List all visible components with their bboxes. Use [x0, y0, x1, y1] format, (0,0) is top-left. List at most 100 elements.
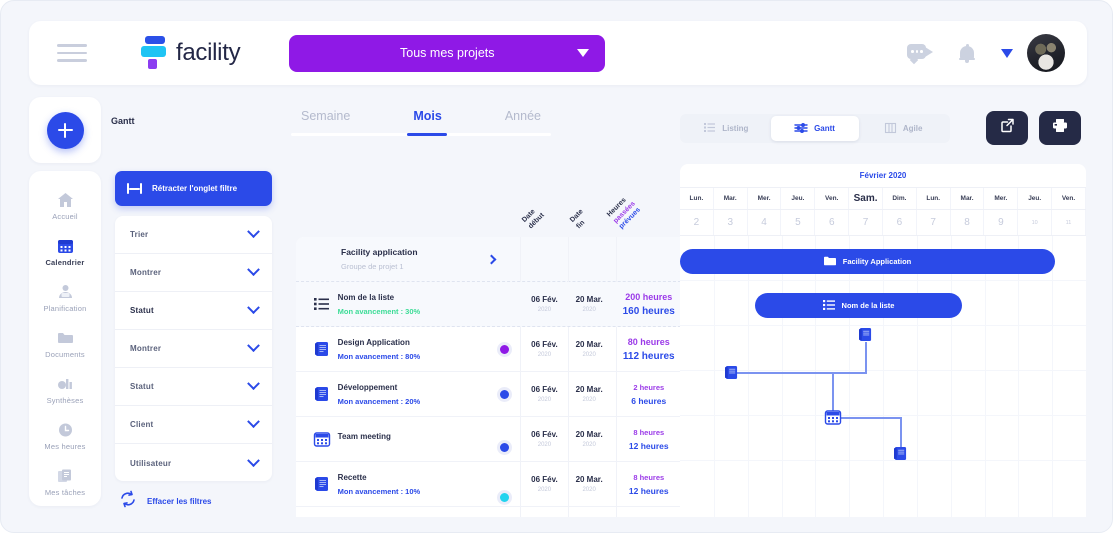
view-listing[interactable]: Listing — [682, 116, 771, 141]
logo-text: facility — [176, 39, 241, 66]
status-badge — [499, 442, 509, 452]
filter-row-montrer-1[interactable]: Montrer — [115, 254, 272, 292]
hamburger-icon[interactable] — [57, 39, 87, 67]
sidebar-nav: Accueil Calendrier Planification Documen… — [29, 171, 101, 506]
project-selector-label: Tous mes projets — [400, 46, 495, 60]
view-label: Agile — [902, 124, 923, 133]
header-date-debut: Date début — [520, 208, 546, 230]
task-name: Développement — [337, 382, 398, 392]
project-group-row[interactable]: Facility application Groupe de projet 1 — [296, 237, 686, 282]
day-number: 2 — [680, 210, 714, 235]
date-start-cell: 06 Fév. 2020 — [531, 295, 558, 313]
filter-label: Statut — [130, 306, 154, 315]
filter-row-statut-2[interactable]: Statut — [115, 368, 272, 406]
table-row[interactable]: Développement Mon avancement : 20% 06 Fé… — [296, 372, 686, 417]
table-row[interactable]: Nom de la liste Mon avancement : 30% 06 … — [296, 282, 686, 327]
sidebar-item-calendrier[interactable]: Calendrier — [29, 229, 101, 275]
chevron-down-icon — [247, 263, 260, 277]
table-row[interactable]: Design Application Mon avancement : 80% … — [296, 327, 686, 372]
gantt-bar-label: Facility Application — [842, 257, 912, 266]
view-gantt[interactable]: Gantt — [770, 116, 860, 141]
filter-row-utilisateur[interactable]: Utilisateur — [115, 444, 272, 481]
dependency-connector — [732, 372, 866, 374]
add-button[interactable] — [46, 111, 84, 149]
header-heures: Heures passées prévues — [605, 196, 642, 230]
tab-annee[interactable]: Année — [505, 109, 541, 133]
chevron-down-icon — [577, 49, 590, 57]
print-button[interactable] — [1039, 111, 1081, 145]
date-start-cell: 06 Fév. 2020 — [531, 340, 558, 358]
clock-icon — [57, 422, 74, 438]
filter-row-statut-1[interactable]: Statut — [115, 292, 272, 330]
filter-label: Utilisateur — [130, 458, 172, 468]
date-end-cell: 20 Mar. 2020 — [575, 340, 603, 358]
day-name: Mar. — [951, 188, 985, 209]
gantt-bar[interactable]: Nom de la liste — [755, 293, 962, 318]
gantt-node-document[interactable] — [725, 365, 738, 380]
share-button[interactable] — [986, 111, 1028, 145]
filter-row-trier[interactable]: Trier — [115, 216, 272, 254]
status-dot-cell — [487, 467, 522, 502]
sidebar-item-planification[interactable]: Planification — [29, 275, 101, 321]
avatar[interactable] — [1027, 34, 1065, 72]
filter-label: Montrer — [130, 268, 162, 277]
task-table: Facility application Groupe de projet 1 … — [296, 237, 686, 517]
sidebar-item-mes-heures[interactable]: Mes heures — [29, 413, 101, 459]
calendar-icon — [306, 431, 338, 447]
gantt-node-document[interactable] — [859, 327, 872, 342]
day-number: 10 — [1018, 210, 1053, 235]
hours-cell: 80 heures 112 heures — [622, 336, 675, 362]
tasks-icon — [57, 468, 74, 484]
refresh-icon — [119, 490, 137, 513]
view-agile[interactable]: Agile — [859, 116, 948, 141]
tab-mois[interactable]: Mois — [413, 109, 441, 133]
day-name: Lun. — [680, 188, 714, 209]
sidebar-item-accueil[interactable]: Accueil — [29, 183, 101, 229]
status-badge — [499, 389, 509, 399]
gantt-node-document[interactable] — [894, 446, 907, 461]
clear-filters-button[interactable]: Effacer les filtres — [119, 490, 211, 513]
view-label: Listing — [722, 124, 749, 133]
table-row[interactable]: Team meeting 06 Fév. 2020 20 Mar. 2020 8… — [296, 417, 686, 462]
view-toggle: Listing Gantt Agile — [680, 114, 950, 143]
project-selector[interactable]: Tous mes projets — [289, 34, 606, 72]
document-icon — [306, 341, 338, 357]
app-window: facility Tous mes projets Accueil Calend… — [0, 0, 1113, 533]
document-icon — [306, 476, 338, 492]
gantt-node-calendar[interactable] — [824, 410, 842, 425]
tab-semaine[interactable]: Semaine — [301, 109, 350, 133]
folder-icon — [823, 253, 836, 271]
hours-cell: 200 heures 160 heures — [622, 291, 675, 317]
day-number: 3 — [714, 210, 748, 235]
hours-cell: 2 heures 6 heures — [631, 382, 667, 406]
day-name: Sam. — [849, 188, 883, 209]
list-icon — [306, 298, 338, 310]
hours-cell: 8 heures 12 heures — [628, 427, 669, 451]
date-start-cell: 06 Fév. 2020 — [531, 430, 558, 448]
task-name: Nom de la liste — [337, 292, 395, 302]
retract-filter-label: Rétracter l'onglet filtre — [152, 184, 238, 193]
sidebar-item-documents[interactable]: Documents — [29, 321, 101, 367]
table-column-headers: Date début Date fin Heures passées prévues — [296, 161, 686, 237]
status-dot-cell — [487, 427, 522, 452]
chat-video-icon[interactable] — [907, 44, 933, 62]
filter-row-montrer-2[interactable]: Montrer — [115, 330, 272, 368]
gantt-bar[interactable]: Facility Application — [680, 249, 1055, 274]
task-name: Team meeting — [337, 432, 391, 441]
chevron-right-icon[interactable] — [486, 254, 496, 264]
day-number: 4 — [748, 210, 782, 235]
table-row[interactable]: Recette Mon avancement : 10% 06 Fév. 202… — [296, 462, 686, 507]
calendar-icon — [57, 238, 74, 254]
document-icon — [306, 386, 338, 402]
filter-row-client[interactable]: Client — [115, 406, 272, 444]
chevron-down-icon[interactable] — [1001, 48, 1013, 58]
notification-bell-icon[interactable] — [959, 43, 975, 63]
gantt-body: Facility Application Nom de la liste — [680, 236, 1086, 517]
sidebar-item-syntheses[interactable]: Synthèses — [29, 367, 101, 413]
sidebar-label: Mes heures — [44, 441, 86, 451]
day-name: Ven. — [815, 188, 850, 209]
retract-filter-button[interactable]: Rétracter l'onglet filtre — [115, 171, 272, 206]
day-name: Ven. — [1052, 188, 1086, 209]
gantt-day-numbers: 2 3 4 5 6 7 6 7 8 9 10 11 — [680, 210, 1086, 236]
sidebar-item-mes-taches[interactable]: Mes tâches — [29, 459, 101, 505]
